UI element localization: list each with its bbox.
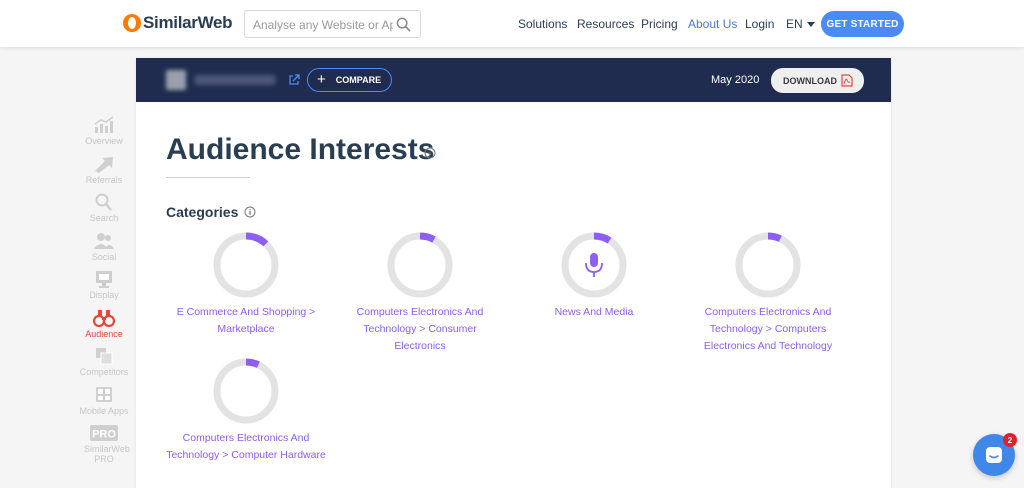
competitors-icon (96, 348, 113, 365)
plus-icon: + (317, 71, 326, 88)
site-search[interactable] (244, 10, 421, 38)
microphone-icon (585, 253, 603, 277)
arrows-icon (95, 157, 113, 173)
audience-interests-card: + COMPARE May 2020 DOWNLOAD Audience Int… (136, 58, 891, 488)
notification-badge: 2 (1003, 433, 1017, 447)
category-donut (735, 232, 801, 298)
sidebar-item-search[interactable]: Search (72, 193, 136, 223)
nav-link-pricing[interactable]: Pricing (641, 17, 678, 31)
search-input[interactable] (253, 16, 393, 33)
binoculars-icon (93, 310, 115, 327)
chevron-down-icon (806, 22, 815, 27)
category-label: Computers Electronics And Technology > C… (703, 306, 833, 352)
logo-mark-icon (123, 14, 141, 32)
pro-icon: PRO (90, 425, 118, 441)
nav-link-resources[interactable]: Resources (577, 17, 634, 31)
compare-button[interactable]: + COMPARE (307, 68, 392, 92)
sidebar-item-display[interactable]: Display (72, 270, 136, 300)
download-button[interactable]: DOWNLOAD (771, 68, 864, 93)
chat-icon (986, 447, 1002, 463)
mobile-icon (96, 387, 112, 402)
category-donut (561, 232, 627, 298)
category-item[interactable]: Computers Electronics And Technology > C… (688, 232, 848, 355)
section-title-categories: Categories (166, 204, 239, 220)
category-label: Computers Electronics And Technology > C… (166, 432, 326, 461)
download-label: DOWNLOAD (783, 75, 837, 86)
people-icon (94, 233, 114, 249)
page-title: Audience Interests (166, 133, 435, 166)
category-item[interactable]: Computers Electronics And Technology > C… (340, 232, 500, 355)
categories-info-icon[interactable] (244, 206, 256, 218)
similarweb-logo[interactable]: SimilarWeb (123, 12, 233, 34)
search-icon[interactable] (396, 17, 411, 32)
info-icon[interactable] (424, 147, 436, 159)
category-donut (213, 358, 279, 424)
nav-link-solutions[interactable]: Solutions (518, 17, 567, 31)
site-domain (194, 75, 276, 85)
chart-icon (94, 116, 114, 133)
sidebar-item-similarweb-pro[interactable]: PRO SimilarWeb PRO (72, 424, 136, 464)
category-donut (387, 232, 453, 298)
language-code: EN (786, 17, 803, 31)
pro-badge-text: PRO (92, 429, 116, 441)
category-label: Computers Electronics And Technology > C… (356, 306, 484, 352)
title-underline (166, 177, 250, 178)
display-icon (96, 271, 112, 288)
search-icon (95, 193, 112, 211)
site-favicon (166, 70, 186, 90)
sidebar-item-mobile-apps[interactable]: Mobile Apps (72, 386, 136, 416)
blurred-site-name (166, 70, 276, 90)
top-navigation: SimilarWeb Solutions Resources Pricing A… (0, 0, 1024, 47)
category-label: News And Media (554, 306, 634, 318)
sidebar-item-social[interactable]: Social (72, 232, 136, 262)
date-range: May 2020 (711, 74, 760, 86)
category-item[interactable]: E Commerce And Shopping > Marketplace (166, 232, 326, 338)
category-item[interactable]: Computers Electronics And Technology > C… (166, 358, 326, 464)
sidebar-item-competitors[interactable]: Competitors (72, 347, 136, 377)
sidebar-item-overview[interactable]: Overview (72, 116, 136, 146)
sidebar-item-referrals[interactable]: Referrals (72, 155, 136, 185)
external-link-icon[interactable] (288, 74, 300, 86)
nav-link-about-us[interactable]: About Us (688, 17, 737, 31)
language-selector[interactable]: EN (786, 17, 815, 31)
site-header-bar: + COMPARE May 2020 DOWNLOAD (136, 58, 891, 102)
nav-link-login[interactable]: Login (745, 17, 774, 31)
sidebar-item-audience[interactable]: Audience (72, 309, 136, 339)
category-donut (213, 232, 279, 298)
category-item[interactable]: News And Media (514, 232, 674, 321)
get-started-button[interactable]: GET STARTED (821, 11, 904, 37)
pdf-icon (841, 74, 853, 87)
compare-label: COMPARE (335, 75, 382, 85)
category-label: E Commerce And Shopping > Marketplace (176, 306, 316, 335)
